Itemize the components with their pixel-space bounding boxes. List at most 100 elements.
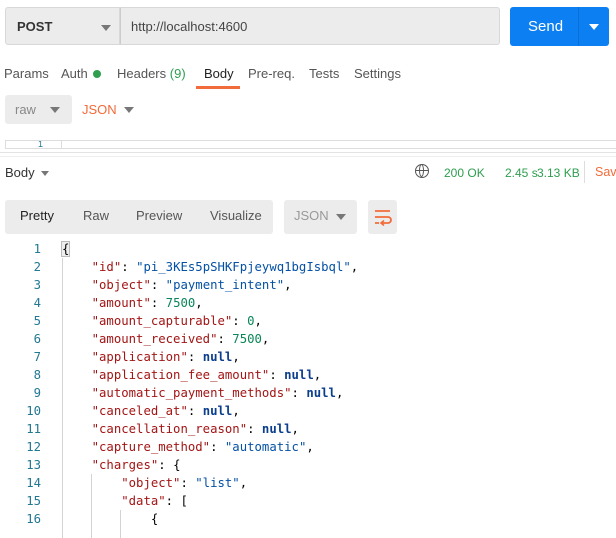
tab-body[interactable]: Body [204,66,234,81]
save-response-button[interactable]: Save [595,165,616,179]
response-format-select[interactable]: JSON [284,200,357,234]
json-punctuation [62,350,92,364]
chevron-down-icon [124,107,134,113]
json-key: "application_fee_amount" [91,368,270,382]
response-time[interactable]: 2.45 s [505,166,538,180]
json-punctuation: : [ [165,494,188,508]
code-line: "amount": 7500, [62,296,203,310]
method-value: POST [17,19,53,34]
json-key: "amount" [91,296,151,310]
line-number: 9 [33,386,41,400]
chevron-down-icon [101,25,111,31]
json-punctuation [62,404,92,418]
line-number: 1 [33,242,41,256]
view-mode-group: Pretty Raw Preview Visualize [5,200,273,234]
active-tab-indicator [196,86,240,89]
code-line: "automatic_payment_methods": null, [62,386,344,400]
json-key: "cancellation_reason" [91,422,248,436]
json-number: 7500 [232,332,262,346]
response-title: Body [5,165,35,180]
view-pretty-button[interactable]: Pretty [20,208,54,223]
json-punctuation: : { [158,458,181,472]
json-key: "amount_capturable" [91,314,233,328]
json-punctuation [62,332,92,346]
json-key: "id" [91,260,122,274]
json-key: "charges" [91,458,159,472]
body-format-select[interactable]: JSON [82,102,137,118]
json-punctuation: : [187,350,203,364]
headers-count: (9) [169,66,186,81]
json-punctuation: , [254,314,262,328]
json-key: "automatic_payment_methods" [91,386,292,400]
line-number: 5 [33,314,41,328]
json-punctuation: : [210,440,225,454]
json-punctuation [62,278,92,292]
line-number: 16 [26,512,41,526]
json-punctuation: , [350,260,359,274]
json-key: "object" [121,476,181,490]
code-line: "charges": { [62,458,181,472]
json-punctuation: , [239,476,248,490]
view-preview-button[interactable]: Preview [136,208,182,223]
json-key: "amount_received" [91,332,218,346]
tab-prereq[interactable]: Pre-req. [248,66,295,81]
json-punctuation: , [291,422,299,436]
json-string: "automatic" [224,440,307,454]
line-number: 6 [33,332,41,346]
tab-auth[interactable]: Auth [61,66,102,81]
response-size[interactable]: 3.13 KB [537,166,580,180]
status-code[interactable]: 200 OK [444,166,485,180]
code-line: "amount_capturable": 0, [62,314,262,328]
view-visualize-button[interactable]: Visualize [210,208,262,223]
json-punctuation [62,458,92,472]
tab-params[interactable]: Params [4,66,49,81]
json-punctuation [62,368,92,382]
line-number: 7 [33,350,41,364]
json-punctuation: : [247,422,262,436]
json-punctuation: : [291,386,307,400]
code-line: "object": "payment_intent", [62,278,292,292]
code-line: "cancellation_reason": null, [62,422,299,436]
tab-headers[interactable]: Headers (9) [117,66,186,81]
line-number: 1 [38,140,44,149]
view-raw-button[interactable]: Raw [83,208,109,223]
json-null: null [306,386,336,400]
response-body-toggle[interactable]: Body [5,165,49,180]
send-button[interactable]: Send [510,7,609,46]
url-input[interactable]: http://localhost:4600 [120,7,500,45]
line-number: 10 [26,404,41,418]
wrap-lines-button[interactable] [368,200,397,234]
line-number: 11 [26,422,41,436]
json-punctuation [62,260,92,274]
tab-auth-label: Auth [61,66,88,81]
json-number: 7500 [165,296,196,310]
json-key: "application" [91,350,188,364]
json-key: "data" [121,494,166,508]
json-key: "canceled_at" [91,404,188,418]
json-punctuation: { [62,512,159,526]
tab-tests[interactable]: Tests [309,66,339,81]
chevron-down-icon [336,214,346,220]
json-punctuation [62,476,121,490]
json-key: "object" [91,278,151,292]
send-options-button[interactable] [578,7,609,46]
chevron-down-icon [41,171,49,176]
body-mode-select[interactable]: raw [5,95,72,124]
divider [0,152,616,153]
json-string: "list" [195,476,240,490]
json-punctuation: , [284,278,292,292]
code-line: "application": null, [62,350,240,364]
json-punctuation: : [232,314,248,328]
request-body-editor[interactable]: 1 [5,140,616,149]
method-select[interactable]: POST [5,7,120,45]
globe-icon[interactable] [415,164,429,178]
json-punctuation [62,440,92,454]
code-line: "object": "list", [62,476,247,490]
code-line: "amount_received": 7500, [62,332,270,346]
tab-settings[interactable]: Settings [354,66,401,81]
json-punctuation: { [62,242,70,256]
code-line: "canceled_at": null, [62,404,240,418]
json-number: 0 [247,314,255,328]
code-line: { [62,242,69,256]
json-null: null [202,350,233,364]
